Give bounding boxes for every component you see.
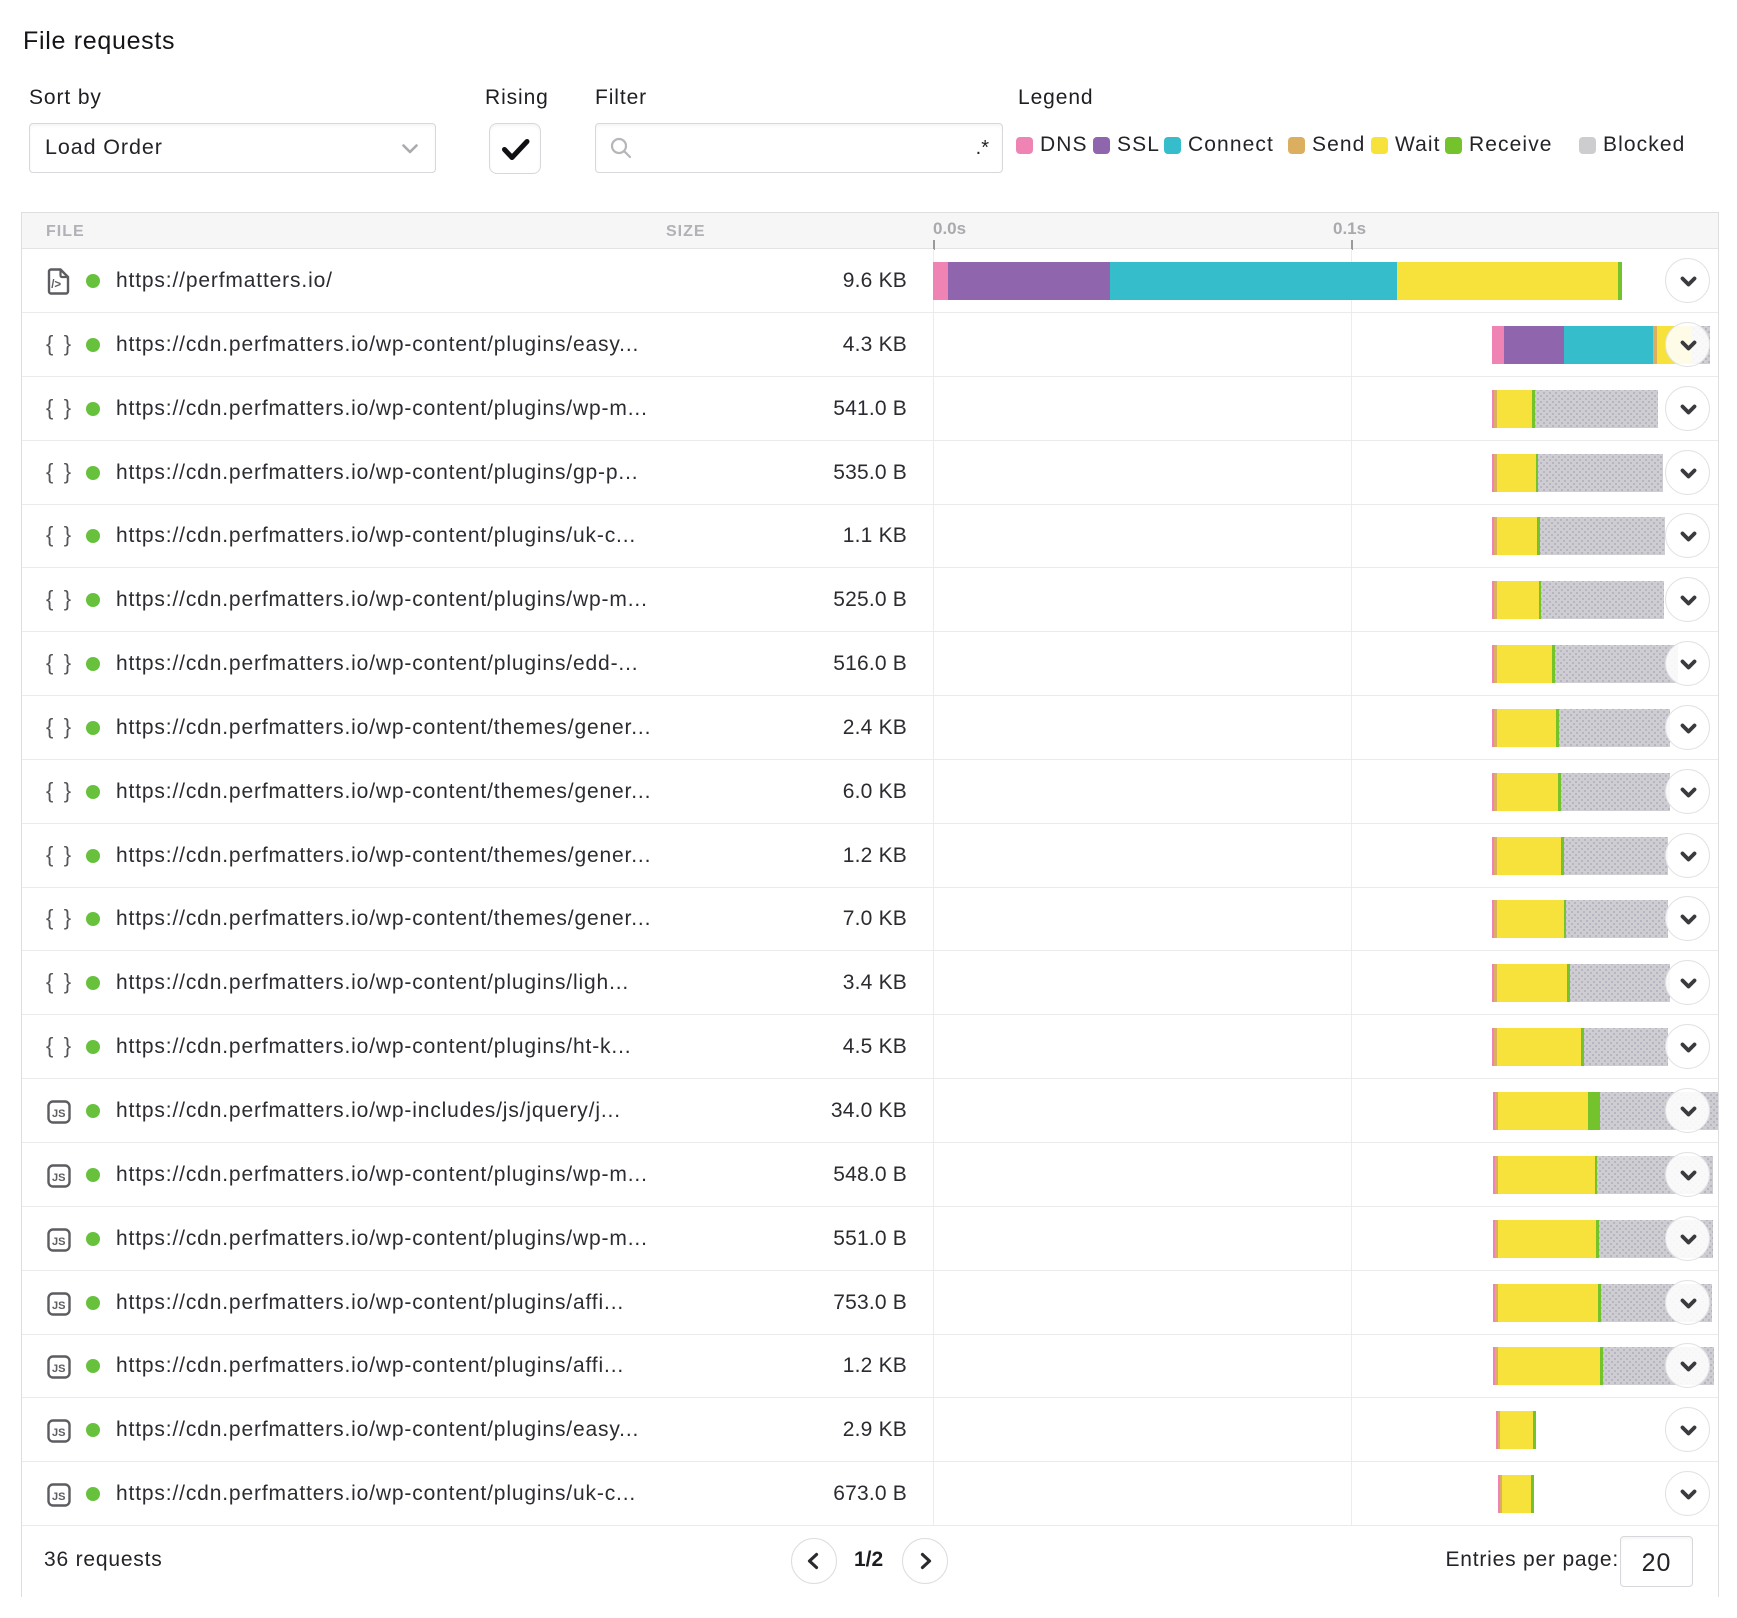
svg-text:JS: JS [52,1108,65,1120]
svg-text:/>: /> [51,279,61,291]
svg-text:JS: JS [52,1491,65,1503]
svg-text:JS: JS [52,1427,65,1439]
svg-text:JS: JS [52,1300,65,1312]
svg-text:JS: JS [52,1363,65,1375]
svg-text:JS: JS [52,1236,65,1248]
svg-text:JS: JS [52,1172,65,1184]
